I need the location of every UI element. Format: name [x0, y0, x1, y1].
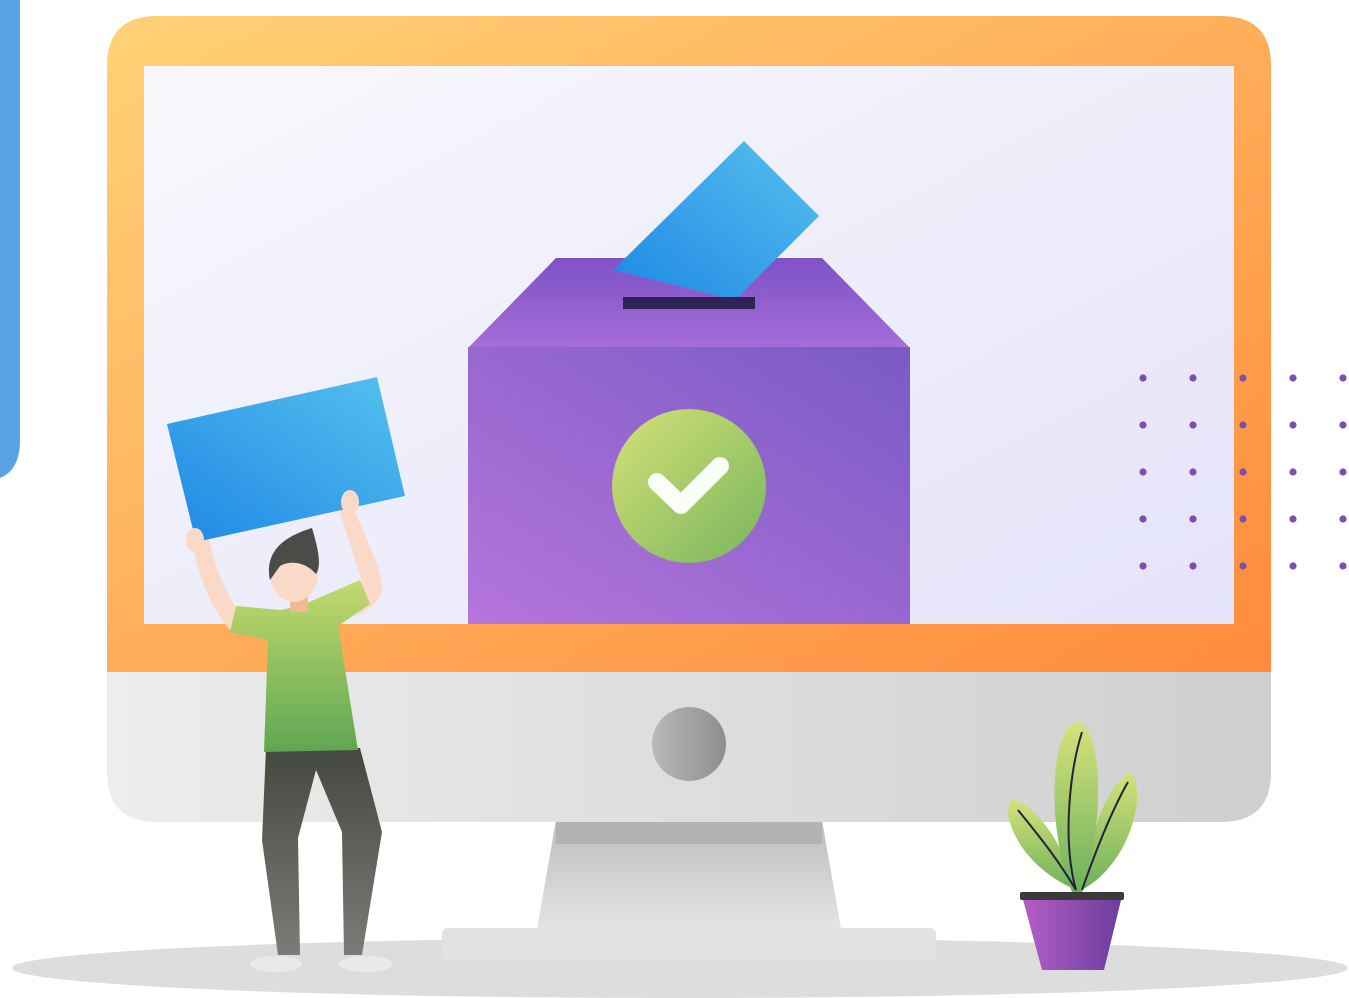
pattern-dot	[1239, 374, 1247, 382]
pattern-dot	[1189, 562, 1197, 570]
pattern-dot	[1139, 468, 1147, 476]
pattern-dot	[1289, 562, 1297, 570]
pattern-dot	[1339, 515, 1347, 523]
pattern-dot	[1189, 515, 1197, 523]
pattern-dot	[1139, 374, 1147, 382]
pattern-dot	[1289, 374, 1297, 382]
ballot-slot	[623, 297, 755, 309]
pattern-dot	[1189, 421, 1197, 429]
pattern-dot	[1339, 421, 1347, 429]
pattern-dot	[1239, 562, 1247, 570]
pattern-dot	[1339, 468, 1347, 476]
pattern-dot	[1239, 515, 1247, 523]
pattern-dot	[1139, 515, 1147, 523]
pattern-dot	[1189, 374, 1197, 382]
pattern-dot	[1339, 562, 1347, 570]
monitor-stand	[442, 820, 936, 960]
pattern-dot	[1239, 421, 1247, 429]
camera-button	[652, 707, 726, 781]
pattern-dot	[1139, 421, 1147, 429]
side-bar	[0, 0, 20, 478]
pattern-dot	[1289, 468, 1297, 476]
pattern-dot	[1239, 468, 1247, 476]
pattern-dot	[1189, 468, 1197, 476]
pattern-dot	[1289, 421, 1297, 429]
pattern-dot	[1339, 374, 1347, 382]
pattern-dot	[1139, 562, 1147, 570]
pattern-dot	[1289, 515, 1297, 523]
online-voting-illustration	[0, 0, 1348, 998]
